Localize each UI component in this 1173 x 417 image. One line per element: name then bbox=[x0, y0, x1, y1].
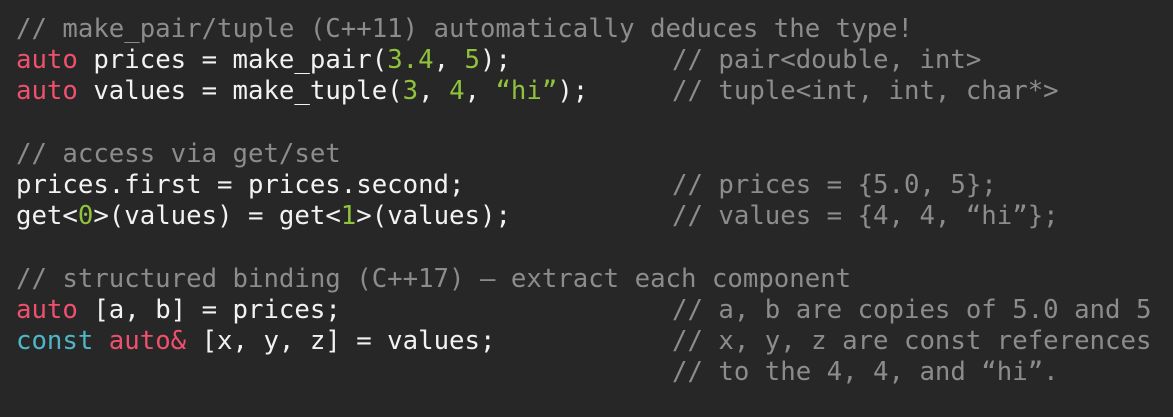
code-line: get<0>(values) = get<1>(values); // value… bbox=[16, 201, 1173, 232]
code-token: 3.4 bbox=[387, 45, 434, 76]
code-line: // make_pair/tuple (C++11) automatically… bbox=[16, 14, 1173, 45]
inline-comment: // a, b are copies of 5.0 and 5 bbox=[672, 294, 1152, 325]
code-text: auto prices = make_pair(3.4, 5); bbox=[16, 45, 511, 76]
code-line: // to the 4, 4, and “hi”. bbox=[16, 357, 1173, 388]
inline-comment: // prices = {5.0, 5}; bbox=[672, 169, 997, 200]
code-token: auto bbox=[16, 294, 78, 325]
code-line: auto values = make_tuple(3, 4, “hi”); // … bbox=[16, 76, 1173, 107]
code-token: values = make_tuple( bbox=[77, 76, 403, 107]
code-token: 0 bbox=[77, 201, 94, 232]
code-token: auto bbox=[16, 45, 78, 76]
code-token: get< bbox=[16, 201, 78, 232]
code-token: “hi” bbox=[495, 76, 558, 107]
code-token: const bbox=[16, 325, 94, 356]
code-token: auto& bbox=[108, 325, 187, 356]
code-token: // access via get/set bbox=[16, 138, 341, 169]
code-token: [x, y, z] = values; bbox=[186, 325, 496, 356]
code-token: // make_pair/tuple (C++11) automatically… bbox=[16, 14, 913, 44]
inline-comment: // to the 4, 4, and “hi”. bbox=[672, 357, 1059, 388]
code-token: 5 bbox=[464, 45, 480, 76]
code-token: , bbox=[464, 76, 496, 107]
code-token: , bbox=[433, 45, 465, 76]
code-token: , bbox=[418, 76, 450, 107]
code-text: auto values = make_tuple(3, 4, “hi”); bbox=[16, 76, 588, 107]
code-token: auto bbox=[16, 76, 78, 107]
inline-comment: // tuple<int, int, char*> bbox=[672, 76, 1059, 107]
code-token: // structured binding (C++17) – extract … bbox=[16, 263, 852, 294]
code-line: auto prices = make_pair(3.4, 5); // pair<… bbox=[16, 45, 1173, 76]
code-line: auto [a, b] = prices; // a, b are copies … bbox=[16, 295, 1173, 326]
code-text: get<0>(values) = get<1>(values); bbox=[16, 201, 511, 232]
code-line: prices.first = prices.second; // prices =… bbox=[16, 170, 1173, 201]
code-text: // make_pair/tuple (C++11) automatically… bbox=[16, 14, 913, 45]
code-token: ); bbox=[557, 76, 589, 107]
code-token: >(values); bbox=[356, 201, 511, 232]
code-token: [a, b] = prices; bbox=[77, 294, 341, 325]
inline-comment: // x, y, z are const references bbox=[672, 325, 1152, 356]
code-line: const auto& [x, y, z] = values; // x, y, … bbox=[16, 326, 1173, 357]
code-line: // access via get/set bbox=[16, 139, 1173, 170]
code-token: prices = make_pair( bbox=[77, 45, 388, 76]
inline-comment: // pair<double, int> bbox=[672, 45, 982, 76]
code-token: 3 bbox=[402, 76, 419, 107]
inline-comment: // values = {4, 4, “hi”}; bbox=[672, 201, 1059, 232]
code-token: prices.first = prices.second; bbox=[16, 169, 465, 200]
code-text: const auto& [x, y, z] = values; bbox=[16, 326, 495, 357]
code-line: // structured binding (C++17) – extract … bbox=[16, 264, 1173, 295]
code-text: prices.first = prices.second; bbox=[16, 170, 465, 201]
code-token: 4 bbox=[449, 76, 465, 107]
code-editor: // make_pair/tuple (C++11) automatically… bbox=[0, 0, 1173, 417]
code-token: ); bbox=[480, 45, 511, 76]
code-text: // access via get/set bbox=[16, 139, 341, 170]
code-token: >(values) = get< bbox=[93, 201, 341, 232]
code-text: auto [a, b] = prices; bbox=[16, 295, 341, 326]
code-token: 1 bbox=[340, 201, 357, 232]
code-text: // structured binding (C++17) – extract … bbox=[16, 264, 851, 295]
